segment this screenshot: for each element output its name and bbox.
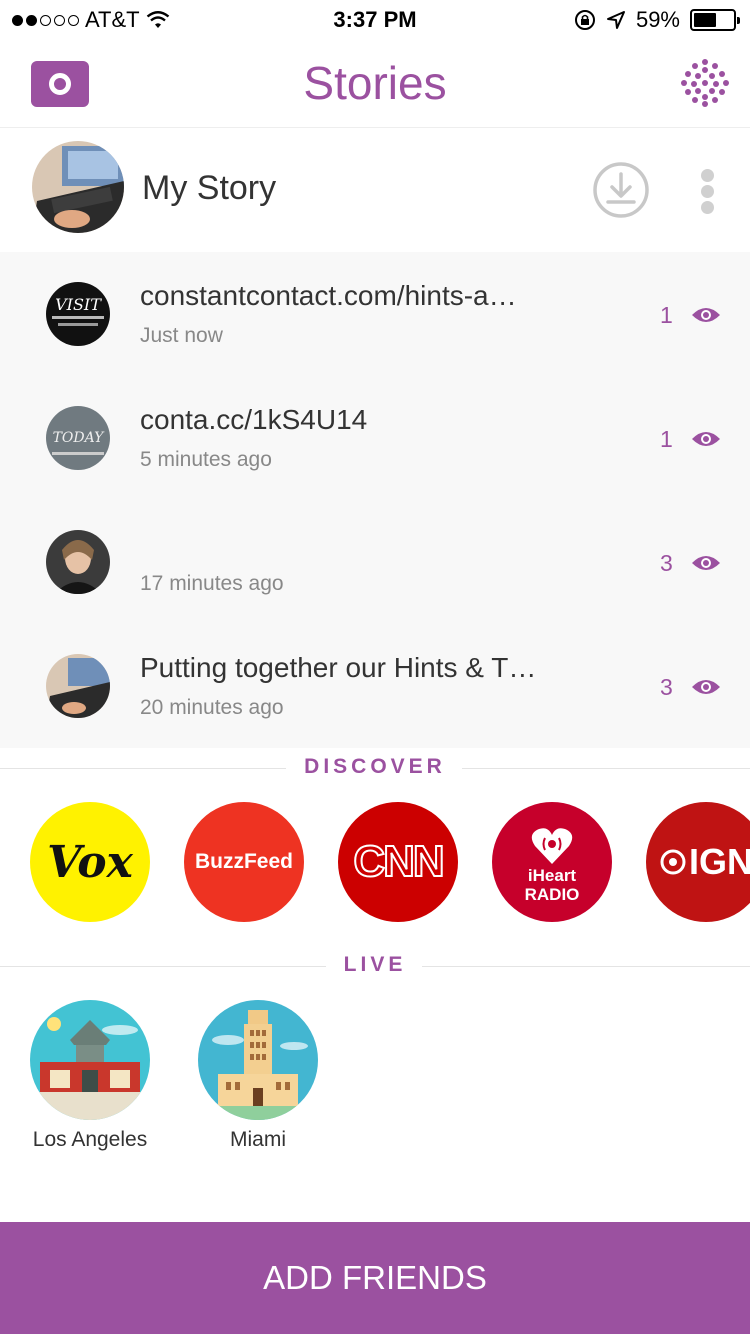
battery-icon <box>690 9 740 31</box>
rotation-lock-icon <box>574 10 595 30</box>
publisher-ign[interactable]: IGN <box>646 802 750 922</box>
publisher-name: BuzzFeed <box>194 850 293 873</box>
ign-icon <box>660 849 686 875</box>
live-heading: LIVE <box>343 953 407 976</box>
story-thumbnail <box>46 654 110 718</box>
publisher-buzzfeed[interactable]: BuzzFeed <box>184 802 304 922</box>
story-item[interactable]: TODAY conta.cc/1kS4U14 5 minutes ago 1 <box>0 376 750 500</box>
story-thumbnail: TODAY <box>46 406 110 470</box>
dot-grid-icon[interactable] <box>680 58 730 108</box>
story-item[interactable]: 17 minutes ago 3 <box>0 500 750 624</box>
discover-header: DISCOVER <box>0 748 750 788</box>
my-story-avatar <box>32 141 124 233</box>
discover-heading: DISCOVER <box>304 755 446 778</box>
svg-text:VISIT: VISIT <box>55 295 102 314</box>
miami-illustration <box>198 1000 318 1120</box>
story-time: Just now <box>140 324 223 347</box>
story-caption: conta.cc/1kS4U14 <box>140 404 368 435</box>
eye-icon <box>692 680 720 694</box>
story-time: 5 minutes ago <box>140 448 272 471</box>
live-header: LIVE <box>0 946 750 986</box>
status-bar: AT&T 3:37 PM 59% <box>0 0 750 40</box>
story-thumbnail: VISIT <box>46 282 110 346</box>
story-caption: Putting together our Hints & T… <box>140 652 537 683</box>
los-angeles-illustration <box>30 1000 150 1120</box>
publisher-name: IGN <box>689 841 750 882</box>
download-icon[interactable] <box>592 161 650 219</box>
story-thumbnail <box>46 530 110 594</box>
view-count: 3 <box>660 550 673 576</box>
more-icon[interactable] <box>698 169 716 214</box>
story-time: 17 minutes ago <box>140 572 284 595</box>
eye-icon <box>692 308 720 322</box>
location-arrow-icon <box>606 11 625 29</box>
view-count: 1 <box>660 426 673 452</box>
story-item[interactable]: VISIT constantcontact.com/hints-a… Just … <box>0 252 750 376</box>
publisher-cnn[interactable]: CNN <box>338 802 458 922</box>
publisher-name: CNN <box>352 836 445 887</box>
live-story-name: Los Angeles <box>32 1128 148 1151</box>
publisher-name: iHeart RADIO <box>524 866 580 904</box>
story-time: 20 minutes ago <box>140 696 284 719</box>
view-count: 3 <box>660 674 673 700</box>
discover-row: Vox BuzzFeed CNN iHeart RADIO IGN <box>0 800 750 924</box>
live-story-name: Miami <box>230 1128 286 1151</box>
story-item[interactable]: Putting together our Hints & T… 20 minut… <box>0 624 750 748</box>
eye-icon <box>692 556 720 570</box>
my-story-row[interactable]: My Story <box>0 129 750 251</box>
story-caption: constantcontact.com/hints-a… <box>140 280 517 311</box>
publisher-vox[interactable]: Vox <box>30 802 150 922</box>
my-story-label: My Story <box>142 169 277 207</box>
battery-percent: 59% <box>635 7 680 32</box>
live-story-miami[interactable]: Miami <box>198 1000 318 1153</box>
live-story-los-angeles[interactable]: Los Angeles <box>30 1000 150 1153</box>
view-count: 1 <box>660 302 673 328</box>
app-header: Stories <box>0 40 750 128</box>
story-list: VISIT constantcontact.com/hints-a… Just … <box>0 252 750 748</box>
iheart-icon <box>531 828 573 864</box>
publisher-iheartradio[interactable]: iHeart RADIO <box>492 802 612 922</box>
svg-text:TODAY: TODAY <box>53 430 106 446</box>
eye-icon <box>692 432 720 446</box>
publisher-name: Vox <box>47 836 133 888</box>
page-title: Stories <box>303 57 447 109</box>
add-friends-button[interactable]: ADD FRIENDS <box>0 1222 750 1334</box>
